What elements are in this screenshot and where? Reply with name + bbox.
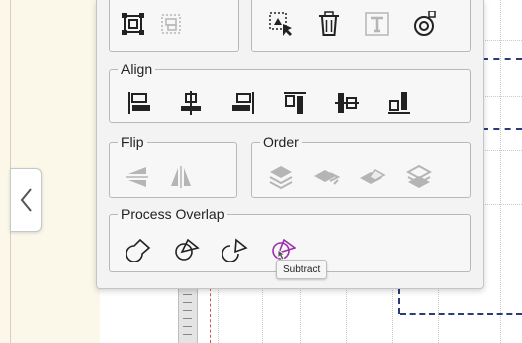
shape-outline [482,58,522,60]
ungroup-icon[interactable] [158,11,184,37]
send-to-back-icon[interactable] [406,164,432,190]
shape-outline [400,313,522,315]
send-backward-icon[interactable] [360,164,386,190]
ruler [178,288,198,343]
align-center-horizontal-icon[interactable] [178,90,204,116]
align-left-icon[interactable] [126,90,152,116]
align-group: Align [109,61,471,123]
select-mask-icon[interactable] [268,11,294,37]
flip-vertical-icon[interactable] [124,164,150,190]
flip-horizontal-icon[interactable] [168,164,194,190]
flip-group: Flip [109,134,237,198]
align-group-label: Align [121,61,153,77]
arrange-panel: Align Flip Order Process Overlap [96,0,484,289]
grid-line [500,0,501,343]
unite-icon[interactable] [126,236,152,262]
bring-forward-icon[interactable] [314,164,340,190]
shape-edit-icon[interactable] [412,11,438,37]
guide-line [210,288,211,343]
trash-icon[interactable] [316,11,342,37]
edit-tools [251,0,471,52]
order-group-label: Order [263,134,299,150]
subtract-icon[interactable] [270,236,296,262]
flip-group-label: Flip [121,134,144,150]
process-overlap-group-label: Process Overlap [121,206,225,222]
chevron-left-icon [20,188,32,212]
subtract-tooltip: Subtract [276,260,328,279]
align-middle-vertical-icon[interactable] [334,90,360,116]
shape-outline [398,288,400,314]
collapse-panel-button[interactable] [10,168,42,232]
group-tools [109,0,239,52]
order-group: Order [251,134,471,198]
text-tool-icon[interactable] [364,11,390,37]
intersect-icon[interactable] [174,236,200,262]
align-right-icon[interactable] [230,90,256,116]
bring-to-front-icon[interactable] [268,164,294,190]
align-top-icon[interactable] [282,90,308,116]
align-bottom-icon[interactable] [386,90,412,116]
exclude-icon[interactable] [222,236,248,262]
shape-outline [482,128,522,130]
group-icon[interactable] [120,11,146,37]
